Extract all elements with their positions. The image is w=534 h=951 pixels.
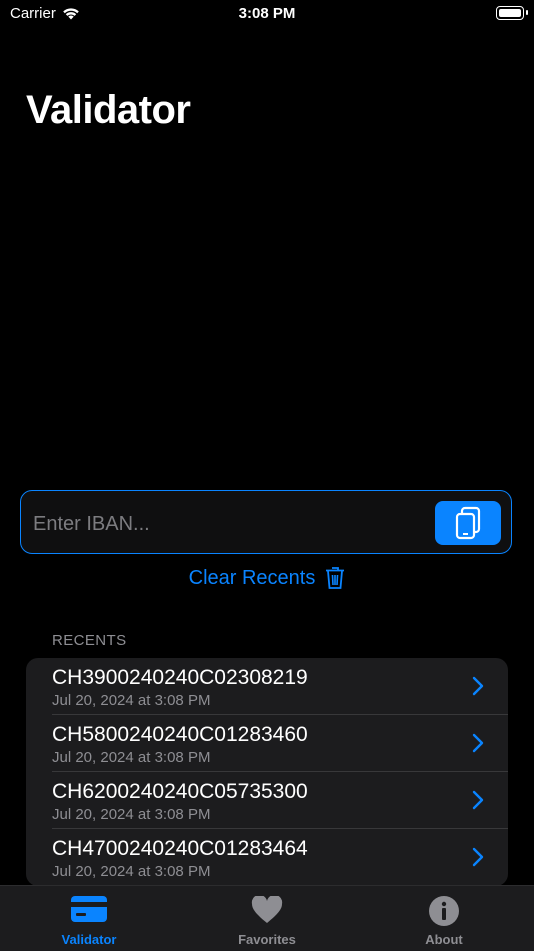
trash-icon xyxy=(326,567,345,589)
date-text: Jul 20, 2024 at 3:08 PM xyxy=(52,749,211,766)
paste-button[interactable] xyxy=(435,501,501,545)
chevron-right-icon xyxy=(472,847,484,867)
clear-recents-button[interactable]: Clear Recents xyxy=(0,566,534,590)
status-time: 3:08 PM xyxy=(238,5,296,22)
tab-validator-label: Validator xyxy=(61,932,117,947)
chevron-right-icon xyxy=(472,733,484,753)
iban-input[interactable] xyxy=(31,503,425,545)
date-text: Jul 20, 2024 at 3:08 PM xyxy=(52,692,211,709)
date-text: Jul 20, 2024 at 3:08 PM xyxy=(52,806,211,823)
list-item[interactable]: CH4700240240C01283464 Jul 20, 2024 at 3:… xyxy=(26,829,508,886)
battery-icon xyxy=(496,6,528,20)
chevron-right-icon xyxy=(472,790,484,810)
list-item[interactable]: CH5800240240C01283460 Jul 20, 2024 at 3:… xyxy=(26,715,508,772)
credit-card-icon xyxy=(71,896,107,922)
iban-input-container xyxy=(20,490,512,554)
chevron-right-icon xyxy=(472,676,484,696)
tab-validator[interactable]: Validator xyxy=(19,886,159,951)
iban-text: CH4700240240C01283464 xyxy=(52,837,308,860)
tab-favorites-label: Favorites xyxy=(238,932,296,947)
clear-recents-label: Clear Recents xyxy=(188,566,316,589)
info-icon xyxy=(429,896,459,926)
tab-about-label: About xyxy=(425,932,463,947)
tab-favorites[interactable]: Favorites xyxy=(197,886,337,951)
iban-text: CH3900240240C02308219 xyxy=(52,666,308,689)
list-item[interactable]: CH6200240240C05735300 Jul 20, 2024 at 3:… xyxy=(26,772,508,829)
page-title: Validator xyxy=(26,88,191,132)
heart-icon xyxy=(251,896,283,923)
list-item[interactable]: CH3900240240C02308219 Jul 20, 2024 at 3:… xyxy=(26,658,508,715)
status-bar: Carrier 3:08 PM xyxy=(0,0,534,30)
paste-clipboard-icon xyxy=(455,506,481,540)
tab-about[interactable]: About xyxy=(374,886,514,951)
recents-section-header: RECENTS xyxy=(52,632,127,649)
iban-text: CH5800240240C01283460 xyxy=(52,723,308,746)
tab-bar: Validator Favorites About xyxy=(0,885,534,951)
iban-text: CH6200240240C05735300 xyxy=(52,780,308,803)
recents-list: CH3900240240C02308219 Jul 20, 2024 at 3:… xyxy=(26,658,508,886)
date-text: Jul 20, 2024 at 3:08 PM xyxy=(52,863,211,880)
